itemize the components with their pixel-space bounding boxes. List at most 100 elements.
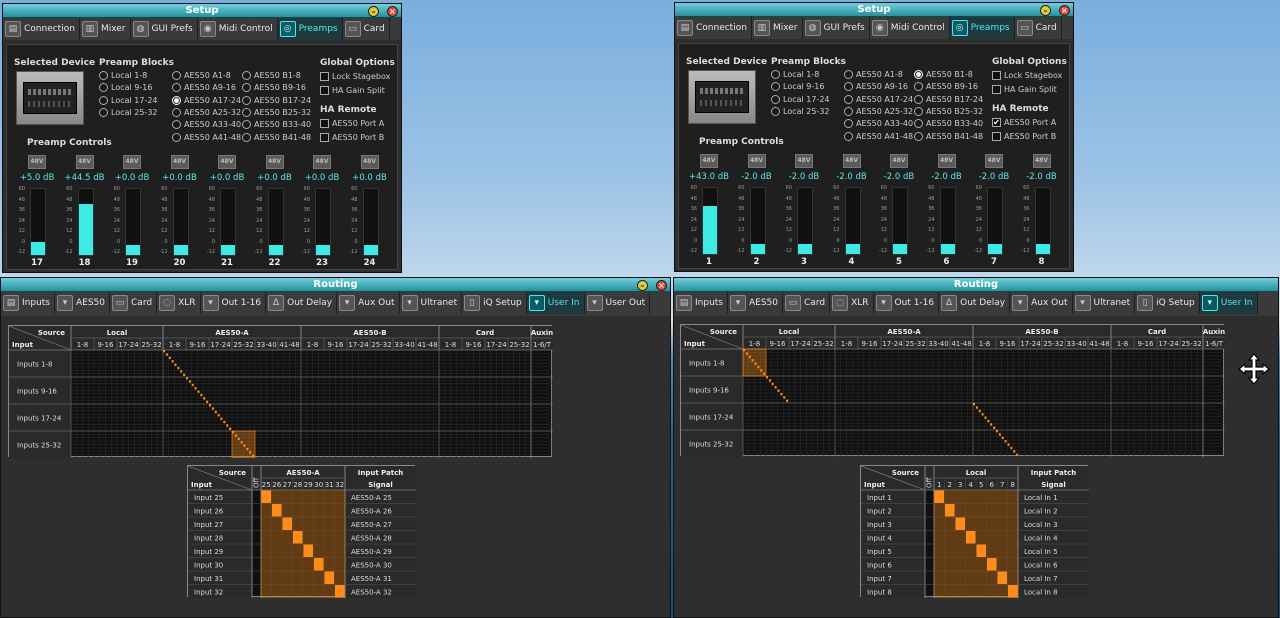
gain-value[interactable]: +0.0 dB bbox=[253, 173, 297, 183]
tab-gui-prefs[interactable]: ◍ GUI Prefs bbox=[803, 17, 870, 39]
gain-value[interactable]: +44.5 dB bbox=[63, 173, 107, 183]
phantom-power-button[interactable]: 48V bbox=[28, 155, 46, 169]
tab-card[interactable]: ▭ Card bbox=[1015, 17, 1062, 39]
phantom-power-button[interactable]: 48V bbox=[700, 154, 718, 168]
tab-card[interactable]: ▭ Card bbox=[783, 292, 831, 314]
gain-value[interactable]: +0.0 dB bbox=[110, 173, 154, 183]
preamp-block-radio[interactable]: AES50 A1-8 bbox=[172, 71, 231, 80]
left-patch-grid[interactable]: Source Input Off AES50-A Input Patch Signal 25… bbox=[187, 465, 416, 598]
phantom-power-button[interactable]: 48V bbox=[890, 154, 908, 168]
right-routing-grid[interactable]: Source Input Local 1-8 9-16 17-24 25-32 AES50-A… bbox=[680, 324, 1225, 457]
phantom-power-button[interactable]: 48V bbox=[218, 155, 236, 169]
minimize-icon[interactable]: – bbox=[368, 6, 379, 17]
lock-stagebox-checkbox[interactable]: Lock Stagebox bbox=[320, 72, 390, 81]
phantom-power-button[interactable]: 48V bbox=[1032, 154, 1051, 168]
phantom-power-button[interactable]: 48V bbox=[313, 155, 331, 169]
tab-aux-out[interactable]: ▾ Aux Out bbox=[337, 292, 400, 314]
close-icon[interactable]: × bbox=[1059, 5, 1070, 16]
preamp-block-radio[interactable]: Local 1-8 bbox=[99, 71, 147, 80]
ha-gain-split-checkbox[interactable]: HA Gain Split bbox=[992, 85, 1057, 94]
preamp-block-radio[interactable]: AES50 B25-32 bbox=[242, 107, 311, 117]
preamp-block-radio[interactable]: AES50 A17-24 bbox=[172, 95, 241, 105]
tab-xlr[interactable]: ◌ XLR bbox=[157, 292, 201, 314]
preamp-block-radio[interactable]: AES50 A41-48 bbox=[172, 132, 241, 142]
gain-value[interactable]: +0.0 dB bbox=[205, 173, 249, 183]
preamp-block-radio[interactable]: AES50 A25-32 bbox=[172, 107, 241, 117]
preamp-block-radio[interactable]: AES50 B33-40 bbox=[242, 120, 311, 130]
preamp-block-radio[interactable]: AES50 A33-40 bbox=[172, 120, 241, 130]
tab-user-in[interactable]: ▾ User In bbox=[1199, 292, 1258, 314]
tab-aux-out[interactable]: ▾ Aux Out bbox=[1010, 292, 1073, 314]
phantom-power-button[interactable]: 48V bbox=[75, 155, 94, 169]
tab-user-out[interactable]: ▾ User Out bbox=[585, 292, 651, 314]
ha-gain-split-checkbox[interactable]: HA Gain Split bbox=[320, 86, 385, 95]
tab-iq-setup[interactable]: ▯ iQ Setup bbox=[1135, 292, 1200, 314]
gain-value[interactable]: -2.0 dB bbox=[925, 172, 969, 182]
aes50-port-a-checkbox[interactable]: ✔ AES50 Port A bbox=[992, 118, 1056, 127]
gain-value[interactable]: +43.0 dB bbox=[687, 172, 731, 182]
tab-xlr[interactable]: ◌ XLR bbox=[830, 292, 874, 314]
tab-out-1-16[interactable]: ▾ Out 1-16 bbox=[201, 292, 267, 314]
preamp-block-radio[interactable]: Local 9-16 bbox=[771, 82, 824, 92]
minimize-icon[interactable]: – bbox=[637, 280, 648, 291]
preamp-block-radio[interactable]: Local 9-16 bbox=[99, 83, 152, 93]
preamp-block-radio[interactable]: AES50 A33-40 bbox=[844, 119, 913, 129]
preamp-block-radio[interactable]: AES50 B1-8 bbox=[914, 70, 973, 79]
phantom-power-button[interactable]: 48V bbox=[985, 154, 1003, 168]
tab-midi-control[interactable]: ◉ Midi Control bbox=[198, 18, 278, 40]
phantom-power-button[interactable]: 48V bbox=[842, 154, 861, 168]
lock-stagebox-checkbox[interactable]: Lock Stagebox bbox=[992, 71, 1062, 80]
phantom-power-button[interactable]: 48V bbox=[795, 154, 813, 168]
tab-user-in[interactable]: ▾ User In bbox=[526, 292, 585, 314]
preamp-block-radio[interactable]: Local 17-24 bbox=[771, 94, 830, 104]
preamp-block-radio[interactable]: AES50 A41-48 bbox=[844, 131, 913, 141]
preamp-block-radio[interactable]: AES50 B41-48 bbox=[914, 131, 983, 141]
preamp-block-radio[interactable]: AES50 B17-24 bbox=[242, 95, 311, 105]
left-routing-titlebar[interactable]: Routing – × bbox=[1, 278, 670, 292]
tab-gui-prefs[interactable]: ◍ GUI Prefs bbox=[131, 18, 198, 40]
gain-value[interactable]: +0.0 dB bbox=[300, 173, 344, 183]
gain-value[interactable]: -2.0 dB bbox=[972, 172, 1016, 182]
phantom-power-button[interactable]: 48V bbox=[265, 155, 284, 169]
aes50-port-a-checkbox[interactable]: AES50 Port A bbox=[320, 119, 384, 128]
tab-mixer[interactable]: ▥ Mixer bbox=[80, 18, 131, 40]
preamp-block-radio[interactable]: AES50 A17-24 bbox=[844, 94, 913, 104]
preamp-block-radio[interactable]: AES50 B9-16 bbox=[914, 82, 978, 92]
preamp-block-radio[interactable]: Local 25-32 bbox=[99, 107, 158, 117]
minimize-icon[interactable]: – bbox=[1040, 5, 1051, 16]
gain-value[interactable]: -2.0 dB bbox=[782, 172, 826, 182]
tab-out-delay[interactable]: Δ Out Delay bbox=[266, 292, 338, 314]
gain-value[interactable]: -2.0 dB bbox=[877, 172, 921, 182]
preamp-block-radio[interactable]: AES50 B1-8 bbox=[242, 71, 301, 80]
tab-mixer[interactable]: ▥ Mixer bbox=[752, 17, 803, 39]
preamp-block-radio[interactable]: Local 17-24 bbox=[99, 95, 158, 105]
tab-inputs[interactable]: ▤ Inputs bbox=[674, 292, 728, 314]
preamp-block-radio[interactable]: AES50 B25-32 bbox=[914, 106, 983, 116]
preamp-block-radio[interactable]: AES50 A9-16 bbox=[844, 82, 908, 92]
left-routing-grid[interactable]: Source Input Local 1-8 9-16 17-24 25-32 AES50-A… bbox=[8, 325, 553, 458]
aes50-port-b-checkbox[interactable]: AES50 Port B bbox=[320, 133, 384, 142]
tab-card[interactable]: ▭ Card bbox=[110, 292, 158, 314]
phantom-power-button[interactable]: 48V bbox=[170, 155, 189, 169]
preamp-block-radio[interactable]: Local 25-32 bbox=[771, 106, 830, 116]
preamp-block-radio[interactable]: AES50 B9-16 bbox=[242, 83, 306, 93]
phantom-power-button[interactable]: 48V bbox=[937, 154, 956, 168]
preamp-block-radio[interactable]: AES50 B41-48 bbox=[242, 132, 311, 142]
right-setup-titlebar[interactable]: Setup – × bbox=[675, 3, 1073, 17]
gain-value[interactable]: -2.0 dB bbox=[830, 172, 874, 182]
phantom-power-button[interactable]: 48V bbox=[123, 155, 141, 169]
gain-value[interactable]: +5.0 dB bbox=[15, 173, 59, 183]
right-routing-titlebar[interactable]: Routing bbox=[674, 278, 1278, 292]
tab-aes50[interactable]: ▾ AES50 bbox=[728, 292, 784, 314]
tab-out-1-16[interactable]: ▾ Out 1-16 bbox=[874, 292, 940, 314]
tab-aes50[interactable]: ▾ AES50 bbox=[55, 292, 111, 314]
preamp-block-radio[interactable]: AES50 A25-32 bbox=[844, 106, 913, 116]
tab-preamps[interactable]: ◎ Preamps bbox=[277, 18, 343, 40]
gain-value[interactable]: +0.0 dB bbox=[158, 173, 202, 183]
tab-card[interactable]: ▭ Card bbox=[343, 18, 390, 40]
preamp-block-radio[interactable]: AES50 A9-16 bbox=[172, 83, 236, 93]
left-setup-titlebar[interactable]: Setup – × bbox=[3, 4, 401, 18]
tab-preamps[interactable]: ◎ Preamps bbox=[949, 17, 1015, 39]
preamp-block-radio[interactable]: AES50 B33-40 bbox=[914, 119, 983, 129]
tab-out-delay[interactable]: Δ Out Delay bbox=[939, 292, 1011, 314]
